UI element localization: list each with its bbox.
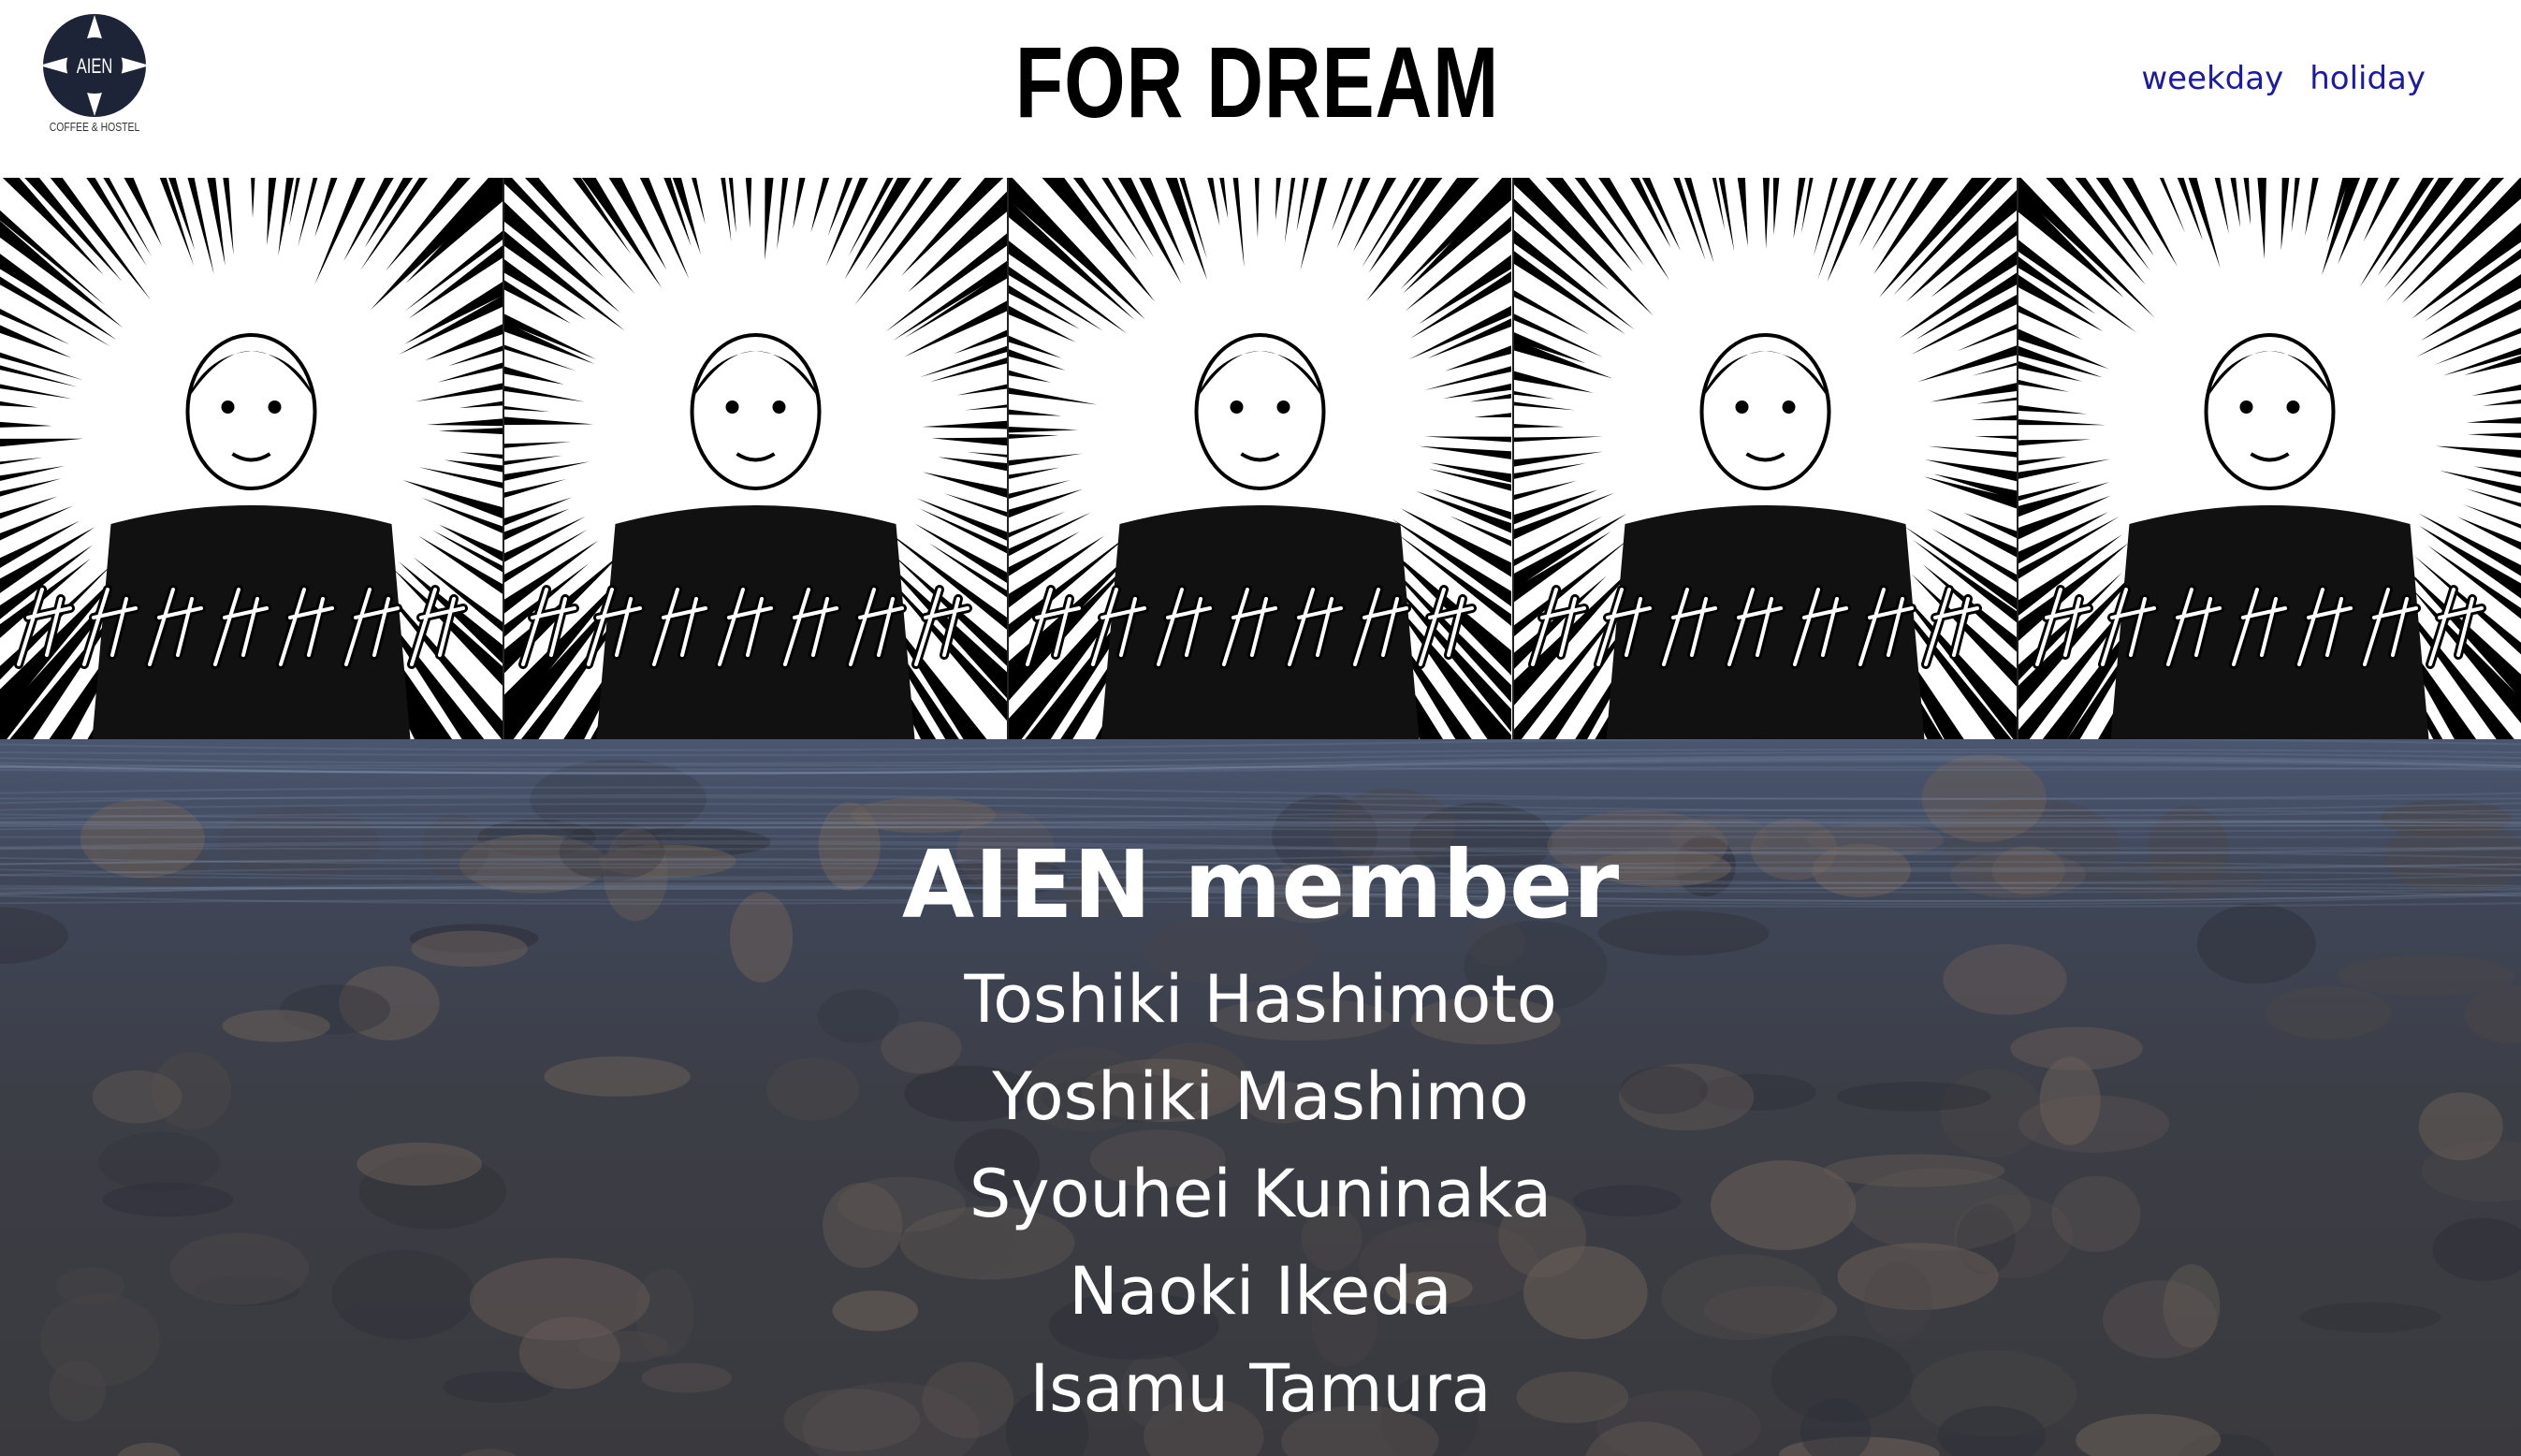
site-header: AIEN COFFEE & HOSTEL FOR DREAM weekday h… [0, 0, 2521, 178]
members-heading: AIEN member [901, 830, 1620, 939]
member-list: Toshiki Hashimoto Yoshiki Mashimo Syouhe… [0, 951, 2521, 1437]
member-photo-banner [0, 178, 2521, 739]
member-name: Naoki Ikeda [1069, 1253, 1452, 1330]
manga-portrait-3 [1009, 178, 1514, 739]
page-title: FOR DREAM [1014, 25, 1500, 138]
manga-portrait-2 [504, 178, 1010, 739]
manga-portrait-4 [1513, 178, 2018, 739]
member-name: Isamu Tamura [1029, 1350, 1492, 1427]
logo-name: AIEN [76, 54, 113, 78]
members-section: AIEN member Toshiki Hashimoto Yoshiki Ma… [0, 739, 2521, 1456]
member-name: Yoshiki Mashimo [992, 1058, 1529, 1135]
speed-lines-illustration [504, 178, 1008, 739]
speed-lines-illustration [2018, 178, 2521, 739]
manga-portrait-1 [0, 178, 505, 739]
member-name: Toshiki Hashimoto [964, 961, 1557, 1038]
manga-portrait-5 [2018, 178, 2521, 739]
main-nav: weekday holiday [2141, 60, 2426, 97]
nav-link-holiday[interactable]: holiday [2310, 60, 2426, 97]
logo-tagline: COFFEE & HOSTEL [49, 120, 140, 134]
speed-lines-illustration [1513, 178, 2017, 739]
members-content: AIEN member Toshiki Hashimoto Yoshiki Ma… [0, 833, 2521, 1437]
member-name: Syouhei Kuninaka [969, 1156, 1552, 1232]
nav-link-weekday[interactable]: weekday [2141, 60, 2283, 97]
speed-lines-illustration [1009, 178, 1512, 739]
speed-lines-illustration [0, 178, 503, 739]
aien-logo[interactable]: AIEN COFFEE & HOSTEL [37, 13, 152, 140]
